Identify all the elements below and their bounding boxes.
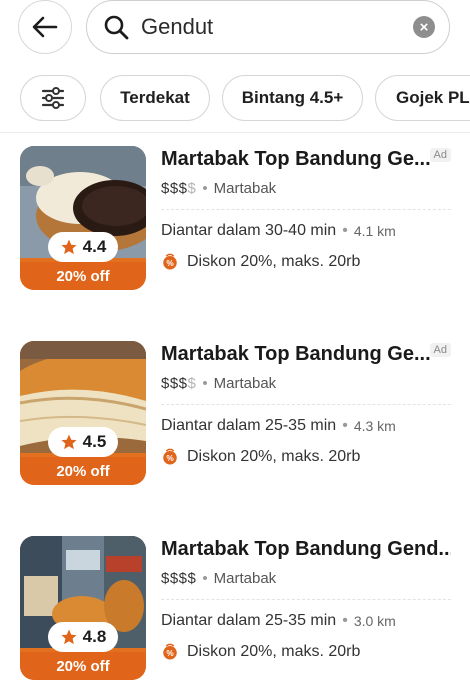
promo-icon: % bbox=[163, 253, 177, 270]
filter-settings-button[interactable] bbox=[20, 75, 86, 121]
star-icon bbox=[61, 629, 77, 645]
star-icon bbox=[61, 239, 77, 255]
rating-badge: 4.4 bbox=[48, 232, 118, 262]
chip-label: Terdekat bbox=[120, 88, 190, 107]
search-icon bbox=[101, 12, 131, 42]
ad-label: Ad bbox=[429, 148, 451, 162]
restaurant-name[interactable]: Martabak Top Bandung Gend... bbox=[161, 536, 451, 562]
distance: 4.3 km bbox=[353, 418, 396, 434]
restaurant-name[interactable]: Martabak Top Bandung Ge... bbox=[161, 341, 451, 367]
restaurant-card[interactable]: 4.8 20% off Martabak Top Bandung Gend...… bbox=[0, 536, 470, 696]
distance: 3.0 km bbox=[353, 613, 396, 629]
delivery-time: Diantar dalam 25-35 min bbox=[161, 612, 337, 629]
price-level: $$$$ bbox=[161, 180, 197, 197]
promo-icon: % bbox=[163, 643, 177, 660]
promo-text: Diskon 20%, maks. 20rb bbox=[187, 448, 361, 465]
rating-value: 4.8 bbox=[82, 627, 107, 646]
chip-label: Gojek PLUS bbox=[396, 88, 470, 107]
divider bbox=[161, 599, 451, 600]
filter-bar: Terdekat Bintang 4.5+ Gojek PLUS bbox=[0, 75, 470, 121]
discount-badge: 20% off bbox=[20, 457, 146, 485]
rating-value: 4.5 bbox=[82, 432, 107, 451]
divider bbox=[161, 209, 451, 210]
svg-text:%: % bbox=[166, 454, 174, 463]
distance: 4.1 km bbox=[353, 223, 396, 239]
chip-gojek-plus[interactable]: Gojek PLUS bbox=[375, 75, 470, 121]
star-icon bbox=[61, 434, 77, 450]
svg-text:%: % bbox=[166, 649, 174, 658]
promo-text: Diskon 20%, maks. 20rb bbox=[187, 643, 361, 660]
close-icon: × bbox=[419, 18, 429, 36]
search-bar[interactable]: Gendut × bbox=[86, 0, 450, 54]
promo-icon: % bbox=[163, 448, 177, 465]
restaurant-card[interactable]: 4.5 20% off Martabak Top Bandung Ge... A… bbox=[0, 341, 470, 501]
delivery-time: Diantar dalam 25-35 min bbox=[161, 417, 337, 434]
restaurant-thumbnail: 4.4 20% off bbox=[20, 146, 146, 290]
restaurant-thumbnail: 4.8 20% off bbox=[20, 536, 146, 680]
promo-text: Diskon 20%, maks. 20rb bbox=[187, 253, 361, 270]
chip-label: Bintang 4.5+ bbox=[241, 88, 344, 107]
category: Martabak bbox=[213, 375, 277, 392]
delivery-time: Diantar dalam 30-40 min bbox=[161, 222, 337, 239]
chip-terdekat[interactable]: Terdekat bbox=[100, 75, 210, 121]
sliders-icon bbox=[41, 87, 65, 109]
category: Martabak bbox=[213, 570, 277, 587]
arrow-left-icon bbox=[32, 16, 58, 38]
price-level: $$$$ bbox=[161, 570, 197, 587]
restaurant-card[interactable]: 4.4 20% off Martabak Top Bandung Ge... A… bbox=[0, 146, 470, 306]
price-level: $$$$ bbox=[161, 375, 197, 392]
ad-label: Ad bbox=[429, 343, 451, 357]
discount-badge: 20% off bbox=[20, 652, 146, 680]
rating-badge: 4.5 bbox=[48, 427, 118, 457]
discount-badge: 20% off bbox=[20, 262, 146, 290]
clear-search-button[interactable]: × bbox=[413, 16, 435, 38]
restaurant-name[interactable]: Martabak Top Bandung Ge... bbox=[161, 146, 451, 172]
category: Martabak bbox=[213, 180, 277, 197]
rating-badge: 4.8 bbox=[48, 622, 118, 652]
divider bbox=[0, 132, 470, 133]
divider bbox=[161, 404, 451, 405]
back-button[interactable] bbox=[18, 0, 72, 54]
svg-text:%: % bbox=[166, 259, 174, 268]
search-input[interactable]: Gendut bbox=[141, 14, 413, 40]
chip-bintang[interactable]: Bintang 4.5+ bbox=[222, 75, 363, 121]
rating-value: 4.4 bbox=[82, 237, 107, 256]
restaurant-thumbnail: 4.5 20% off bbox=[20, 341, 146, 485]
